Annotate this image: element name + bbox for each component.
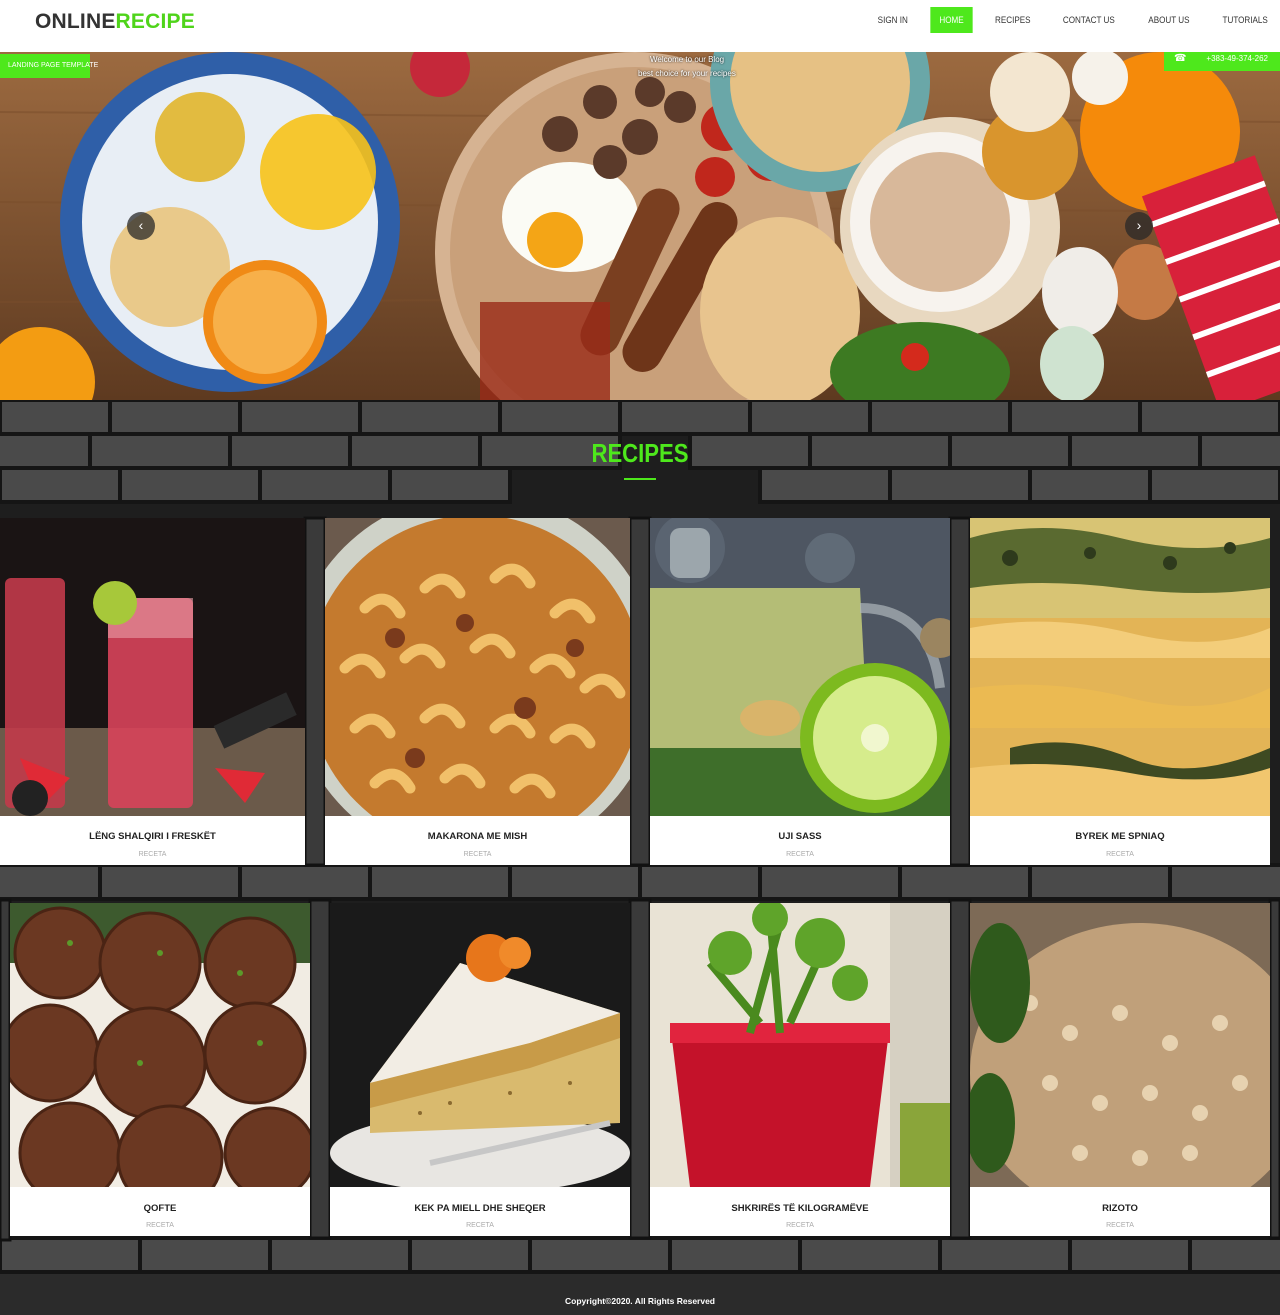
welcome-line2: best choice for your recipes: [638, 69, 736, 78]
recipe-image[interactable]: [330, 903, 630, 1187]
recipe-card[interactable]: QOFTE RECETA: [10, 903, 310, 1236]
recipe-image[interactable]: [10, 903, 310, 1187]
recipe-card[interactable]: SHKRIRËS TË KILOGRAMËVE RECETA: [650, 903, 950, 1236]
recipes-title: RECIPES: [591, 438, 689, 468]
recipe-name[interactable]: BYREK ME SPNIAQ: [970, 831, 1270, 842]
site-logo[interactable]: ONLINERECIPE: [35, 10, 195, 34]
recipes-section: RECIPES LËNG SHALQIRI I FRESKËT RECETA M…: [0, 400, 1280, 1274]
recipe-image[interactable]: [970, 518, 1270, 816]
recipe-name[interactable]: SHKRIRËS TË KILOGRAMËVE: [650, 1203, 950, 1214]
recipe-name[interactable]: RIZOTO: [970, 1203, 1270, 1214]
site-header: ONLINERECIPE SIGN IN HOME RECIPES CONTAC…: [0, 0, 1280, 52]
recipe-name[interactable]: UJI SASS: [650, 831, 950, 842]
nav-tutorials[interactable]: TUTORIALS: [1213, 7, 1276, 33]
main-nav: SIGN IN HOME RECIPES CONTACT US ABOUT US…: [858, 7, 1280, 33]
recipe-image[interactable]: [325, 518, 630, 816]
phone-icon: ☎: [1174, 53, 1187, 64]
recipe-image[interactable]: [970, 903, 1270, 1187]
title-underline: [624, 478, 656, 480]
chevron-left-icon[interactable]: ‹: [127, 212, 155, 240]
logo-part1: ONLINE: [35, 10, 116, 33]
phone-number: +383-49-374-262: [1206, 54, 1268, 63]
recipe-category: RECETA: [146, 1222, 174, 1229]
recipe-card[interactable]: BYREK ME SPNIAQ RECETA: [970, 518, 1270, 865]
nav-about-us[interactable]: ABOUT US: [1139, 7, 1198, 33]
recipe-image[interactable]: [650, 903, 950, 1187]
recipe-card[interactable]: RIZOTO RECETA: [970, 903, 1270, 1236]
recipe-category: RECETA: [138, 851, 167, 858]
recipe-image[interactable]: [0, 518, 305, 816]
recipe-name[interactable]: QOFTE: [10, 1203, 310, 1214]
site-footer: Copyright©2020. All Rights Reserved: [0, 1274, 1280, 1315]
recipe-card[interactable]: LËNG SHALQIRI I FRESKËT RECETA: [0, 518, 305, 865]
hero-slider: LANDING PAGE TEMPLATE ☎ +383-49-374-262 …: [0, 52, 1280, 400]
phone-badge[interactable]: ☎ +383-49-374-262: [1164, 52, 1280, 71]
hero-image: [0, 52, 1280, 400]
nav-home[interactable]: HOME: [929, 7, 973, 33]
nav-contact-us[interactable]: CONTACT US: [1054, 7, 1124, 33]
recipe-card[interactable]: UJI SASS RECETA: [650, 518, 950, 865]
recipe-category: RECETA: [1106, 851, 1134, 858]
recipe-category: RECETA: [786, 851, 814, 858]
recipe-name[interactable]: KEK PA MIELL DHE SHEQER: [330, 1203, 630, 1214]
welcome-text: Welcome to our Blog best choice for your…: [638, 53, 736, 81]
welcome-line1: Welcome to our Blog: [650, 55, 725, 64]
landing-page-tag: LANDING PAGE TEMPLATE: [0, 54, 98, 78]
logo-part2: RECIPE: [115, 10, 195, 33]
recipe-category: RECETA: [1106, 1222, 1134, 1229]
recipe-category: RECETA: [466, 1222, 494, 1229]
recipe-category: RECETA: [463, 851, 492, 858]
copyright-text: Copyright©2020. All Rights Reserved: [564, 1296, 716, 1306]
recipe-name[interactable]: LËNG SHALQIRI I FRESKËT: [0, 831, 305, 842]
recipe-image[interactable]: [650, 518, 950, 816]
recipe-name[interactable]: MAKARONA ME MISH: [325, 831, 630, 842]
nav-recipes[interactable]: RECIPES: [986, 7, 1040, 33]
recipe-category: RECETA: [786, 1222, 814, 1229]
chevron-right-icon[interactable]: ›: [1125, 212, 1153, 240]
recipe-card[interactable]: MAKARONA ME MISH RECETA: [325, 518, 630, 865]
recipe-card[interactable]: KEK PA MIELL DHE SHEQER RECETA: [330, 903, 630, 1236]
nav-sign-in[interactable]: SIGN IN: [869, 7, 917, 33]
